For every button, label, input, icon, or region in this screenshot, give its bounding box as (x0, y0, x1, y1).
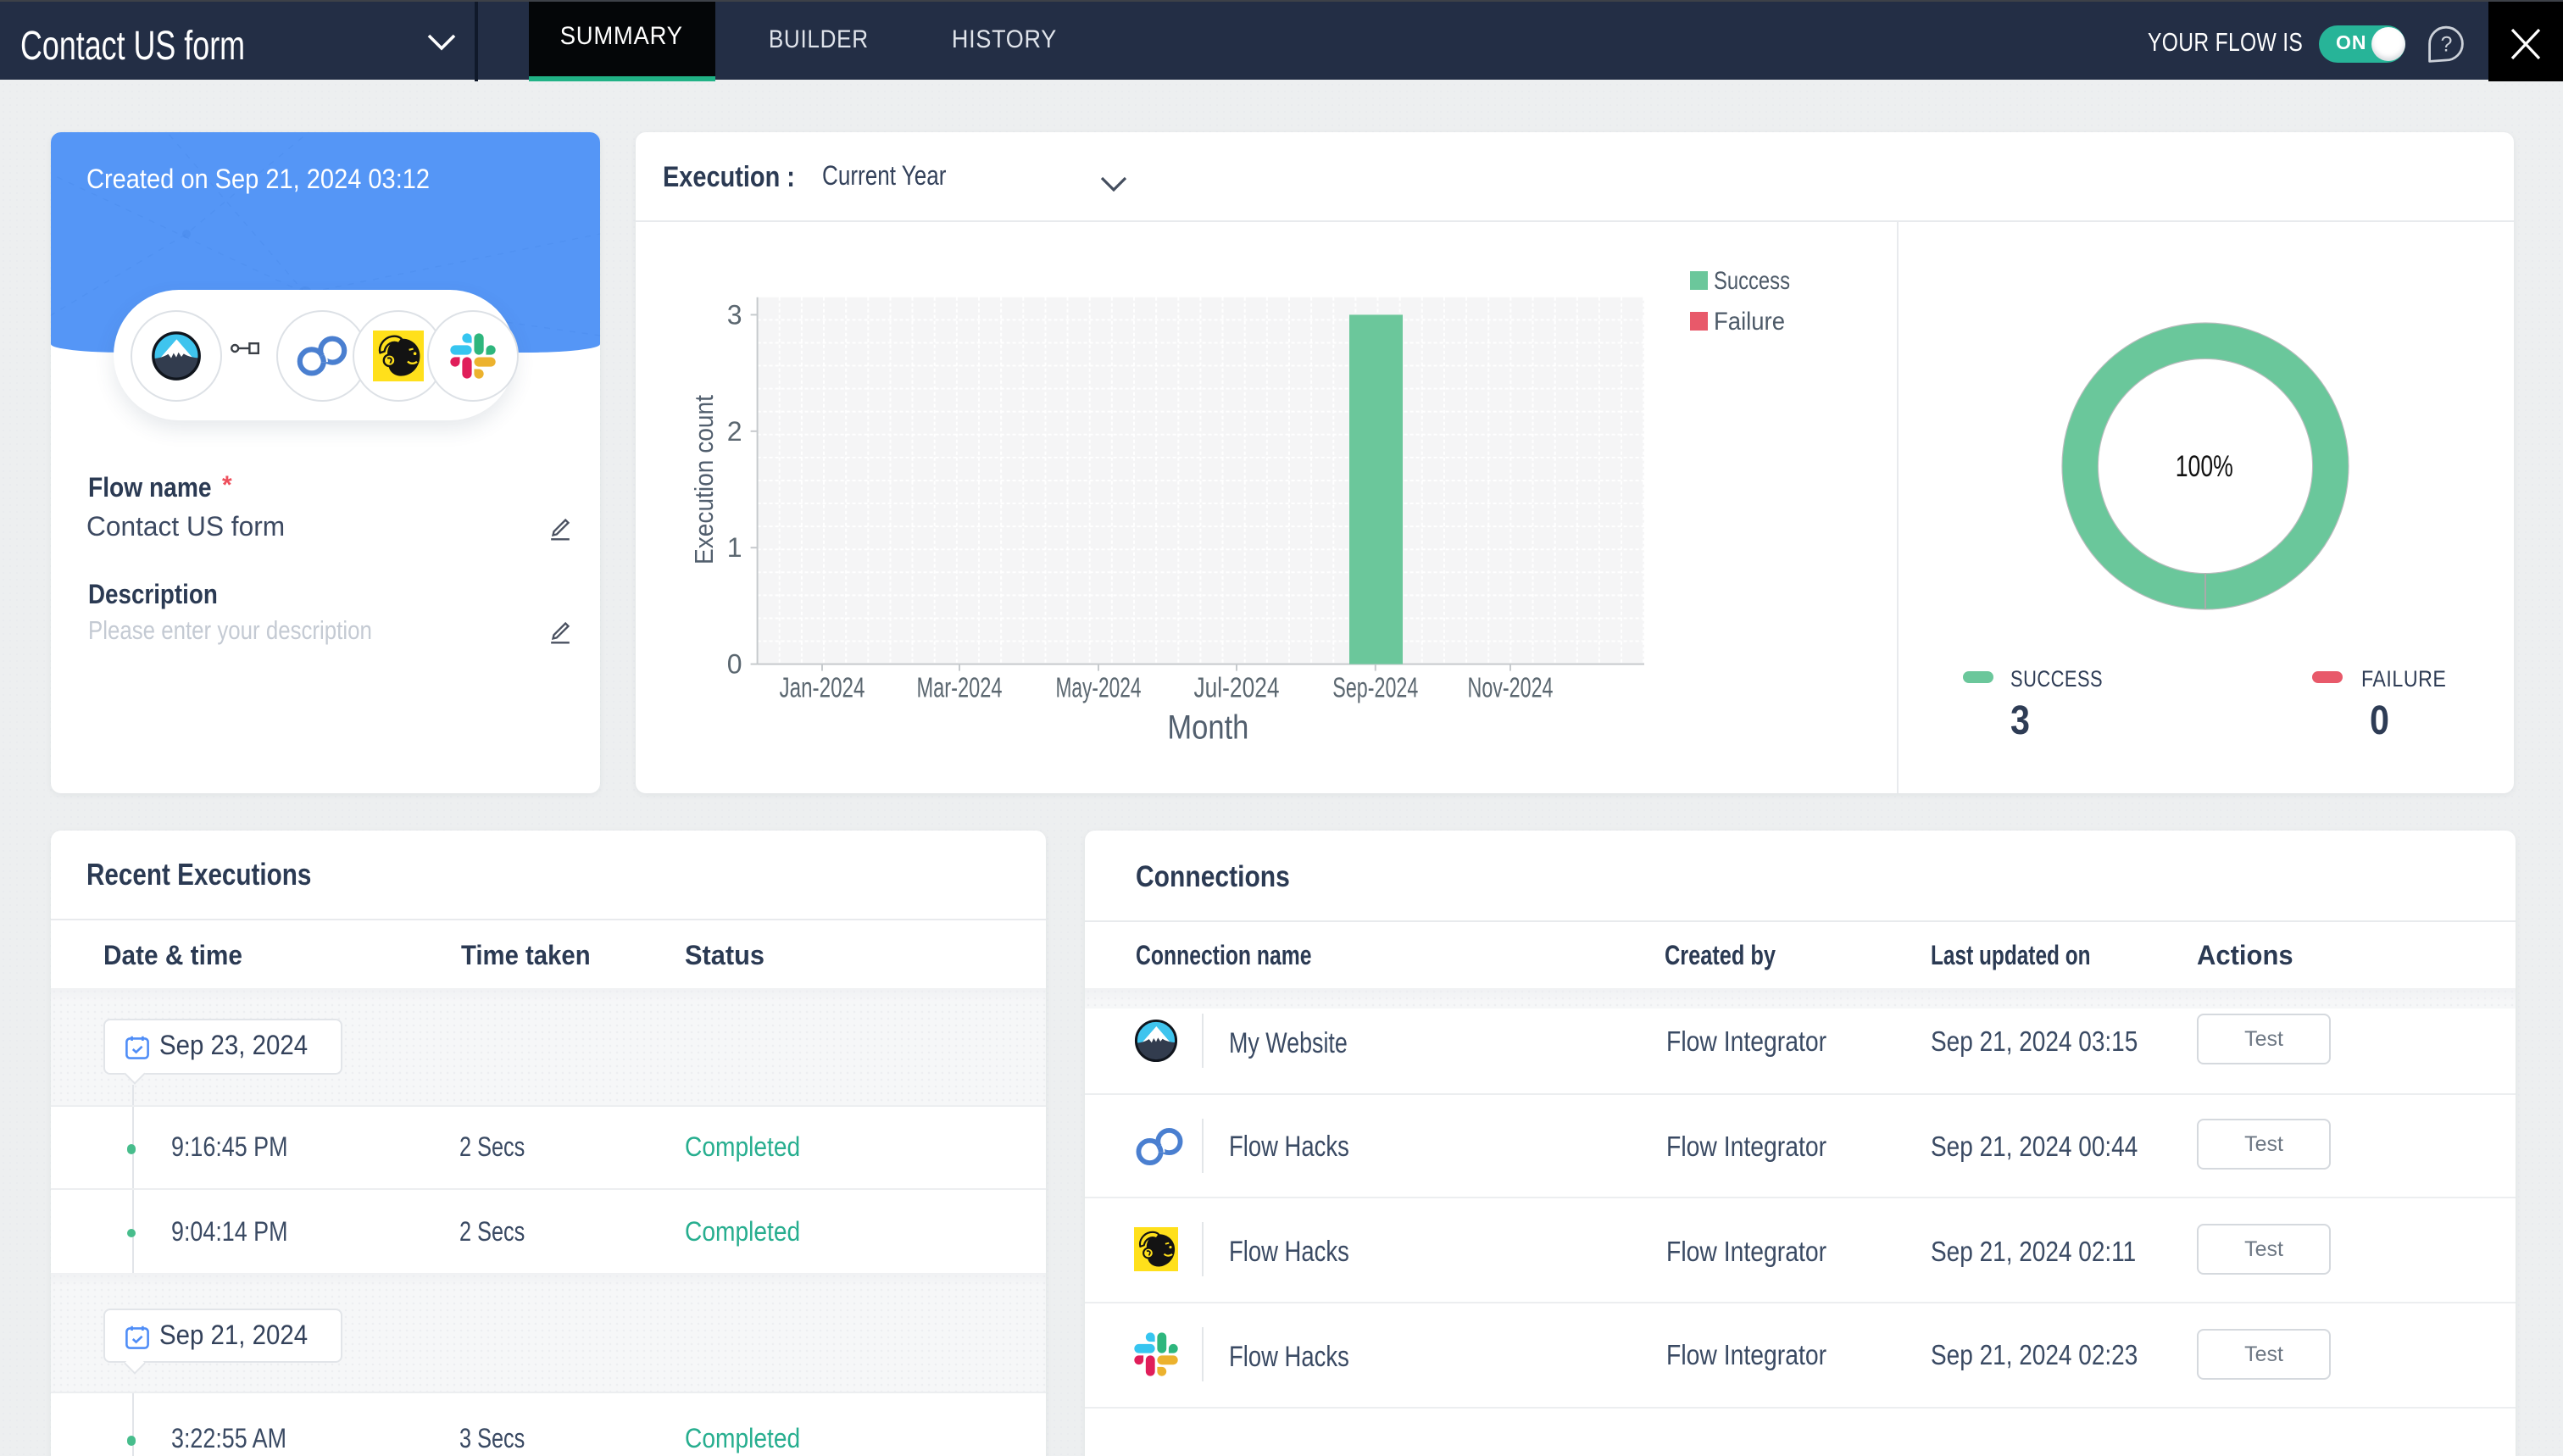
svg-text:Failure: Failure (1714, 308, 1785, 336)
svg-text:Sep-2024: Sep-2024 (1332, 672, 1418, 703)
svg-text:Nov-2024: Nov-2024 (1468, 672, 1554, 703)
svg-text:May-2024: May-2024 (1056, 672, 1142, 703)
svg-text:Success: Success (1714, 267, 1790, 295)
svg-text:0: 0 (727, 649, 742, 680)
svg-text:Mar-2024: Mar-2024 (917, 672, 1003, 703)
svg-text:2: 2 (727, 416, 742, 447)
svg-text:3: 3 (727, 299, 742, 330)
svg-text:1: 1 (727, 532, 742, 563)
svg-text:Jan-2024: Jan-2024 (780, 672, 865, 703)
svg-text:Execution count: Execution count (689, 395, 719, 564)
svg-text:Jul-2024: Jul-2024 (1194, 672, 1280, 703)
svg-text:Month: Month (1167, 709, 1248, 747)
svg-text:?: ? (2440, 31, 2452, 55)
